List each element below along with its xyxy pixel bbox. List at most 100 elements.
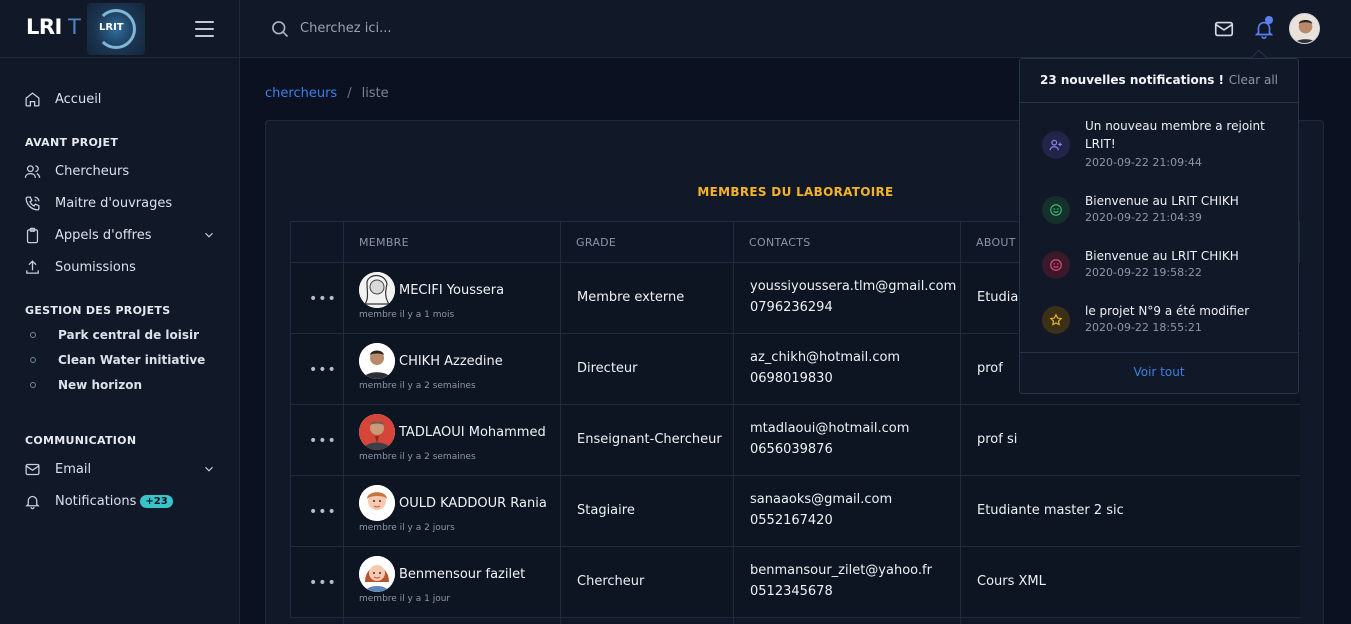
member-name[interactable]: CHIKH Azzedine	[399, 354, 503, 369]
view-all-link[interactable]: Voir tout	[1133, 365, 1184, 379]
upload-icon	[26, 260, 39, 274]
member-phone: 0796236294	[750, 300, 833, 315]
sidebar-item-appels-offres[interactable]: Appels d'offres	[24, 227, 216, 244]
notification-dot	[1265, 16, 1273, 24]
column-header-grade: GRADE	[576, 236, 617, 249]
clear-all-button[interactable]: Clear all	[1229, 73, 1278, 87]
clipboard-icon	[26, 227, 39, 244]
column-divider	[560, 221, 561, 624]
home-icon	[25, 92, 40, 107]
column-divider	[343, 221, 344, 624]
column-header-contacts: CONTACTS	[749, 236, 811, 249]
project-label: Clean Water initiative	[58, 353, 206, 367]
project-label: Park central de loisir	[58, 328, 200, 342]
mail-icon	[25, 463, 40, 476]
member-about: prof	[977, 361, 1003, 376]
search-input[interactable]	[300, 17, 600, 39]
notification-text: Bienvenue au LRIT CHIKH	[1085, 194, 1239, 208]
sidebar-item-maitre-ouvrages[interactable]: Maitre d'ouvrages	[24, 195, 216, 212]
member-avatar	[359, 343, 395, 379]
sidebar-item-label: Chercheurs	[55, 164, 130, 179]
member-name[interactable]: OULD KADDOUR Rania	[399, 496, 547, 511]
column-divider	[960, 221, 961, 624]
sidebar-project-item[interactable]: Clean Water initiative	[30, 353, 205, 367]
member-avatar-image	[359, 556, 395, 592]
table-row: ••• TADLAOUI Mohammed membre il y a 2 se…	[290, 405, 1300, 476]
member-name[interactable]: Benmensour fazilet	[399, 567, 525, 582]
sidebar-item-label: Accueil	[55, 92, 102, 107]
sidebar-item-label: Appels d'offres	[55, 228, 152, 243]
member-avatar	[359, 414, 395, 450]
sidebar-item-label: Maitre d'ouvrages	[55, 196, 173, 211]
brand-logo: LRIT	[87, 3, 145, 55]
row-actions-icon[interactable]: •••	[309, 575, 337, 591]
notification-time: 2020-09-22 21:04:39	[1085, 211, 1202, 224]
notifications-header: 23 nouvelles notifications ! Clear all	[1020, 59, 1298, 103]
member-avatar	[359, 485, 395, 521]
user-avatar[interactable]	[1289, 13, 1320, 44]
row-actions-icon[interactable]: •••	[309, 291, 337, 307]
topbar	[240, 0, 1351, 58]
breadcrumb-link[interactable]: chercheurs	[265, 86, 337, 101]
notification-time: 2020-09-22 18:55:21	[1085, 321, 1202, 334]
mail-icon[interactable]	[1213, 18, 1235, 40]
phone-call-icon	[25, 196, 40, 211]
member-phone: 0512345678	[750, 584, 833, 599]
member-avatar-image	[359, 485, 395, 521]
member-grade: Directeur	[577, 361, 638, 376]
sidebar-item-soumissions[interactable]: Soumissions	[24, 259, 216, 276]
smile-icon	[1042, 196, 1070, 224]
star-icon	[1042, 306, 1070, 334]
notification-item[interactable]: Bienvenue au LRIT CHIKH 2020-09-22 21:04…	[1020, 192, 1298, 232]
table-row: ••• OULD KADDOUR Rania membre il y a 2 j…	[290, 476, 1300, 547]
member-avatar	[359, 556, 395, 592]
member-phone: 0698019830	[750, 371, 833, 386]
member-since: membre il y a 1 mois	[359, 310, 455, 320]
chevron-down-icon[interactable]	[202, 228, 216, 242]
table-row: ••• Benmensour fazilet membre il y a 1 j…	[290, 547, 1300, 618]
user-avatar-image	[1294, 19, 1317, 43]
sidebar-project-item[interactable]: New horizon	[30, 378, 142, 392]
notification-text: Un nouveau membre a rejoint LRIT!	[1085, 119, 1265, 151]
bullet-icon	[30, 332, 36, 338]
chevron-down-icon[interactable]	[202, 462, 216, 476]
sidebar-item-notifications[interactable]: Notifications +23	[24, 493, 216, 510]
notification-item[interactable]: Bienvenue au LRIT CHIKH 2020-09-22 19:58…	[1020, 247, 1298, 287]
notification-item[interactable]: Un nouveau membre a rejoint LRIT! 2020-0…	[1020, 117, 1298, 177]
sidebar-project-item[interactable]: Park central de loisir	[30, 328, 199, 342]
member-name[interactable]: MECIFI Youssera	[399, 283, 504, 298]
search-icon[interactable]	[270, 19, 290, 39]
notifications-dropdown: 23 nouvelles notifications ! Clear all U…	[1019, 58, 1299, 394]
section-gestion-projets: GESTION DES PROJETS	[25, 304, 171, 317]
bell-icon	[25, 495, 40, 510]
users-icon	[24, 165, 41, 178]
column-header-membre: MEMBRE	[359, 236, 409, 249]
member-grade: Stagiaire	[577, 503, 635, 518]
section-avant-projet: AVANT PROJET	[25, 136, 119, 149]
row-actions-icon[interactable]: •••	[309, 504, 337, 520]
member-email: mtadlaoui@hotmail.com	[750, 421, 910, 436]
sidebar-item-email[interactable]: Email	[24, 461, 216, 478]
menu-toggle-icon[interactable]	[195, 21, 214, 37]
sidebar-item-label: Soumissions	[55, 260, 136, 275]
sidebar-item-accueil[interactable]: Accueil	[24, 91, 216, 108]
member-email: sanaaoks@gmail.com	[750, 492, 893, 507]
bullet-icon	[30, 382, 36, 388]
brand-name: LRI	[26, 15, 62, 39]
notifications-badge: +23	[140, 495, 173, 508]
notification-text: le projet N°9 a été modifier	[1085, 304, 1250, 318]
member-grade: Membre externe	[577, 290, 685, 305]
member-avatar-image	[359, 414, 395, 450]
member-since: membre il y a 2 semaines	[359, 381, 476, 391]
member-name[interactable]: TADLAOUI Mohammed	[399, 425, 546, 440]
member-avatar	[359, 272, 395, 308]
row-actions-icon[interactable]: •••	[309, 433, 337, 449]
member-email: youssiyoussera.tlm@gmail.com	[750, 279, 957, 294]
sidebar-item-chercheurs[interactable]: Chercheurs	[24, 163, 216, 180]
notifications-count: 23 nouvelles notifications !	[1040, 73, 1225, 87]
notification-item[interactable]: le projet N°9 a été modifier 2020-09-22 …	[1020, 302, 1298, 342]
brand[interactable]: LRI T LRIT	[0, 0, 239, 58]
member-email: benmansour_zilet@yahoo.fr	[750, 563, 932, 578]
row-actions-icon[interactable]: •••	[309, 362, 337, 378]
user-plus-icon	[1042, 131, 1070, 159]
